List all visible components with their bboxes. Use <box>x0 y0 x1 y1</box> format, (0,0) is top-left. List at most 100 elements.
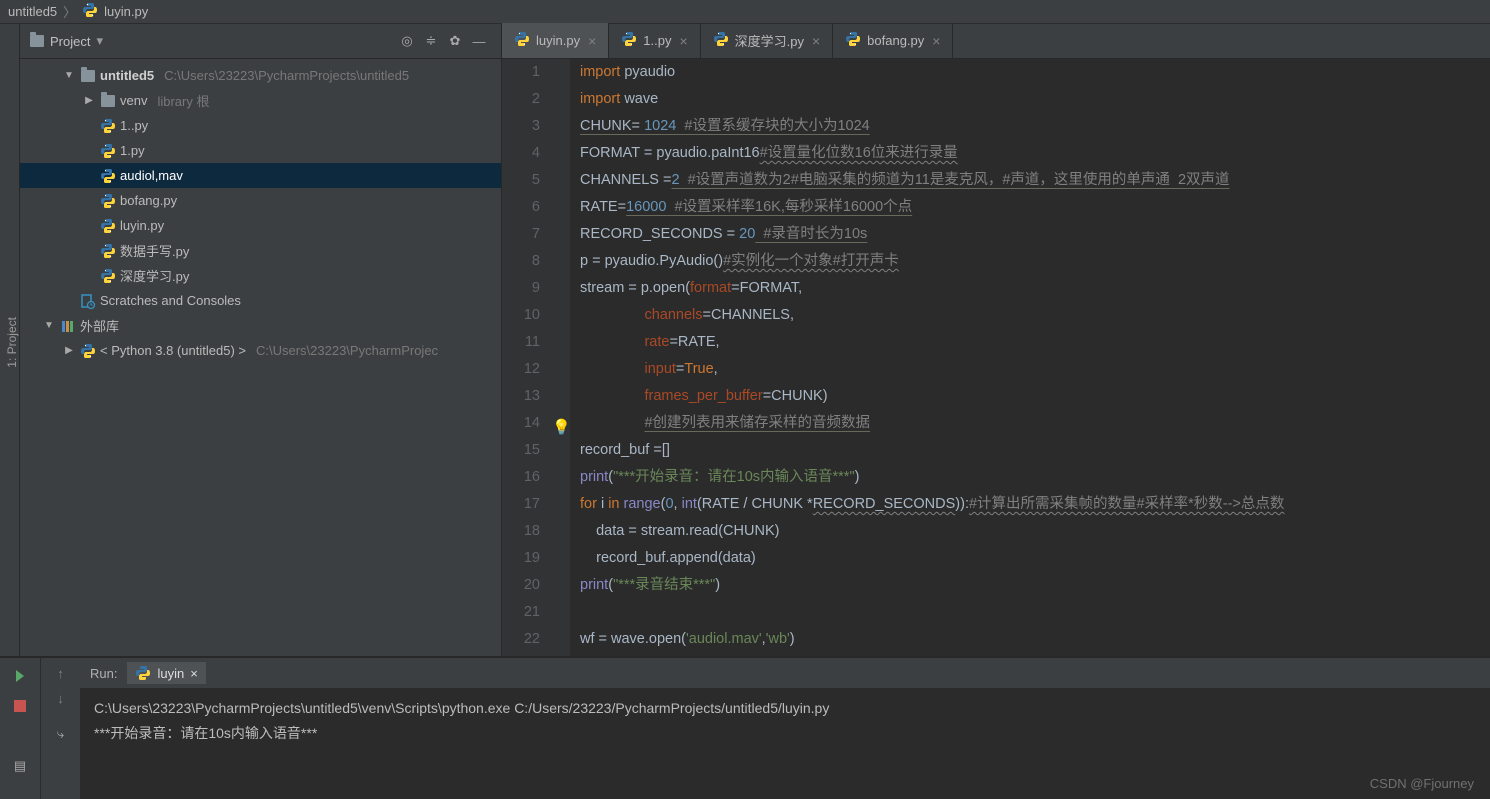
up-icon[interactable]: ↑ <box>57 666 64 681</box>
tree-item-label: < Python 3.8 (untitled5) > <box>100 343 246 358</box>
tree-item[interactable]: 深度学习.py <box>20 263 501 288</box>
tab-label: luyin.py <box>536 33 580 48</box>
tree-item-dim: C:\Users\23223\PycharmProjec <box>256 343 438 358</box>
breadcrumb-file[interactable]: luyin.py <box>104 4 148 19</box>
tree-item[interactable]: Scratches and Consoles <box>20 288 501 313</box>
tree-item-label: 1..py <box>120 118 148 133</box>
code-editor[interactable]: 12345678910111213141516171819202122 💡 im… <box>502 59 1490 656</box>
scratch-icon <box>80 293 96 309</box>
close-icon[interactable]: × <box>679 33 687 49</box>
project-panel-title[interactable]: Project <box>50 34 90 49</box>
run-toolbar-mid: ↑ ↓ ⤷ <box>40 658 80 799</box>
run-output[interactable]: C:\Users\23223\PycharmProjects\untitled5… <box>80 688 1490 799</box>
fold-column: 💡 <box>550 59 570 656</box>
folder-icon <box>80 68 96 84</box>
py-icon <box>100 168 116 184</box>
tree-item[interactable]: ▶ < Python 3.8 (untitled5) > C:\Users\2322… <box>20 338 501 363</box>
spacer <box>10 726 30 746</box>
close-icon[interactable]: × <box>588 33 596 49</box>
tree-item-label: 深度学习.py <box>120 266 189 285</box>
tree-item-label: audiol,mav <box>120 168 183 183</box>
rerun-icon[interactable] <box>10 666 30 686</box>
python-file-icon <box>621 31 637 50</box>
tree-item[interactable]: ▶ venv library 根 <box>20 88 501 113</box>
chevron-right-icon: 〉 <box>63 2 76 21</box>
close-icon[interactable]: × <box>812 33 820 49</box>
tree-item[interactable]: bofang.py <box>20 188 501 213</box>
tree-item-dim: C:\Users\23223\PycharmProjects\untitled5 <box>164 68 409 83</box>
run-config-name: luyin <box>157 666 184 681</box>
python-file-icon <box>82 2 98 21</box>
tree-item[interactable]: audiol,mav <box>20 163 501 188</box>
hide-icon[interactable]: — <box>467 29 491 53</box>
layout-icon[interactable]: ▤ <box>10 756 30 776</box>
editor-tab[interactable]: 1..py × <box>609 23 700 58</box>
tree-item-label: 外部库 <box>80 316 119 335</box>
code-content[interactable]: import pyaudio import wave CHUNK= 1024 #… <box>570 59 1490 656</box>
tree-item[interactable]: 1..py <box>20 113 501 138</box>
tree-item[interactable]: luyin.py <box>20 213 501 238</box>
py-icon <box>100 268 116 284</box>
close-icon[interactable]: × <box>190 666 198 681</box>
stop-icon[interactable] <box>10 696 30 716</box>
close-icon[interactable]: × <box>932 33 940 49</box>
run-label: Run: <box>90 666 117 681</box>
gear-icon[interactable]: ✿ <box>443 29 467 53</box>
run-panel: ▤ ↑ ↓ ⤷ Run: luyin × C:\Users\23223\Pych… <box>0 656 1490 799</box>
run-toolbar-left: ▤ <box>0 658 40 799</box>
expand-all-icon[interactable]: ≑ <box>419 29 443 53</box>
watermark: CSDN @Fjourney <box>1370 776 1474 791</box>
python-file-icon <box>713 31 729 50</box>
softwrap-icon[interactable]: ⤷ <box>57 726 64 742</box>
expand-arrow-icon[interactable]: ▼ <box>62 70 76 81</box>
project-tree[interactable]: ▼ untitled5 C:\Users\23223\PycharmProjects… <box>20 59 501 656</box>
editor-tabs: luyin.py × 1..py × 深度学习.py × bofang.py × <box>502 24 1490 59</box>
tree-item[interactable]: 数据手写.py <box>20 238 501 263</box>
tree-item-label: 数据手写.py <box>120 241 189 260</box>
left-tool-strip: 1: Project <box>0 24 20 656</box>
py-icon <box>100 193 116 209</box>
editor-area: luyin.py × 1..py × 深度学习.py × bofang.py × 123456… <box>502 24 1490 656</box>
py-icon <box>100 143 116 159</box>
tree-item-label: venv <box>120 93 147 108</box>
tree-item-label: untitled5 <box>100 68 154 83</box>
intention-bulb-icon[interactable]: 💡 <box>552 414 571 441</box>
editor-tab[interactable]: 深度学习.py × <box>701 23 834 58</box>
expand-arrow-icon[interactable]: ▶ <box>82 95 96 106</box>
run-config-tab[interactable]: luyin × <box>127 662 205 684</box>
breadcrumb: untitled5 〉 luyin.py <box>0 0 1490 24</box>
dropdown-icon[interactable]: ▾ <box>96 33 103 49</box>
editor-tab[interactable]: luyin.py × <box>502 23 609 58</box>
tree-item[interactable]: 1.py <box>20 138 501 163</box>
folder-icon <box>100 93 116 109</box>
folder-icon <box>30 35 44 47</box>
tree-item-dim: library 根 <box>157 91 209 110</box>
python-file-icon <box>514 31 530 50</box>
project-tool-tab[interactable]: 1: Project <box>5 317 19 368</box>
tab-label: 1..py <box>643 33 671 48</box>
tree-item-label: bofang.py <box>120 193 177 208</box>
tree-item-label: luyin.py <box>120 218 164 233</box>
python-file-icon <box>845 31 861 50</box>
py-icon <box>100 218 116 234</box>
tree-item-label: Scratches and Consoles <box>100 293 241 308</box>
expand-arrow-icon[interactable]: ▶ <box>62 345 76 356</box>
select-opened-file-icon[interactable]: ◎ <box>395 29 419 53</box>
tab-label: bofang.py <box>867 33 924 48</box>
tab-label: 深度学习.py <box>735 31 804 50</box>
py-icon <box>100 118 116 134</box>
expand-arrow-icon[interactable]: ▼ <box>42 320 56 331</box>
tree-item-label: 1.py <box>120 143 145 158</box>
down-icon[interactable]: ↓ <box>57 691 64 706</box>
run-header: Run: luyin × <box>80 658 1490 688</box>
editor-tab[interactable]: bofang.py × <box>833 23 953 58</box>
breadcrumb-project[interactable]: untitled5 <box>8 4 57 19</box>
tree-item[interactable]: ▼ untitled5 C:\Users\23223\PycharmProjects… <box>20 63 501 88</box>
py-icon <box>100 243 116 259</box>
tree-item[interactable]: ▼ 外部库 <box>20 313 501 338</box>
line-number-gutter: 12345678910111213141516171819202122 <box>502 59 550 656</box>
lib-icon <box>60 318 76 334</box>
project-panel: Project ▾ ◎ ≑ ✿ — ▼ untitled5 C:\Users\232… <box>20 24 502 656</box>
project-panel-header: Project ▾ ◎ ≑ ✿ — <box>20 24 501 59</box>
python-icon <box>80 343 96 359</box>
